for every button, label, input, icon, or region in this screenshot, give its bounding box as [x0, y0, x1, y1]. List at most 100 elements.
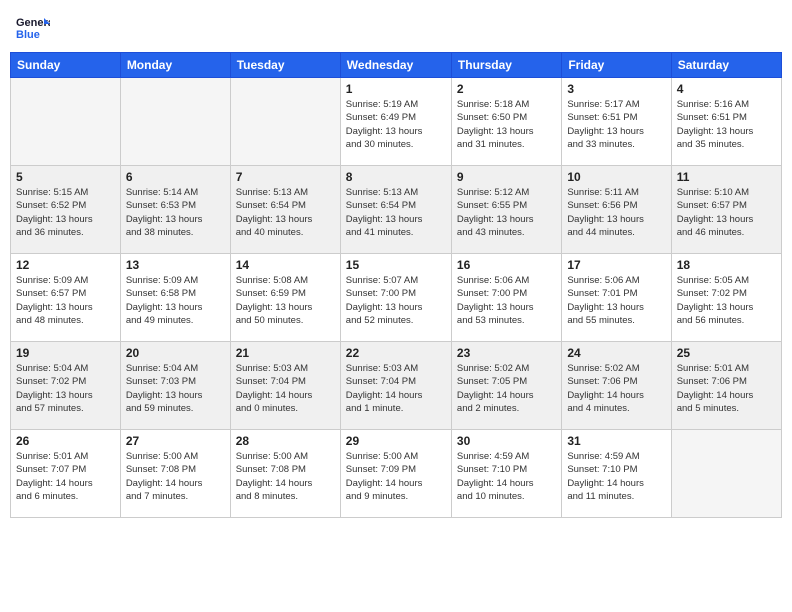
day-number: 23 [457, 346, 556, 360]
header: General Blue [10, 10, 782, 46]
day-number: 10 [567, 170, 665, 184]
day-number: 13 [126, 258, 225, 272]
day-info: Sunrise: 5:09 AM Sunset: 6:58 PM Dayligh… [126, 274, 225, 327]
calendar-cell: 17 Sunrise: 5:06 AM Sunset: 7:01 PM Dayli… [562, 254, 671, 342]
day-info: Sunrise: 5:09 AM Sunset: 6:57 PM Dayligh… [16, 274, 115, 327]
calendar-cell: 16Sunrise: 5:06 AM Sunset: 7:00 PM Dayli… [451, 254, 561, 342]
day-number: 18 [677, 258, 776, 272]
day-info: Sunrise: 5:15 AM Sunset: 6:52 PM Dayligh… [16, 186, 115, 239]
calendar-week-row: 5 Sunrise: 5:15 AM Sunset: 6:52 PM Daylig… [11, 166, 782, 254]
day-info: Sunrise: 5:08 AM Sunset: 6:59 PM Dayligh… [236, 274, 335, 327]
calendar-cell: 2 Sunrise: 5:18 AM Sunset: 6:50 PM Daylig… [451, 78, 561, 166]
calendar-cell: 13 Sunrise: 5:09 AM Sunset: 6:58 PM Dayli… [120, 254, 230, 342]
calendar-table: SundayMondayTuesdayWednesdayThursdayFrid… [10, 52, 782, 518]
day-info: Sunrise: 5:07 AM Sunset: 7:00 PM Dayligh… [346, 274, 446, 327]
calendar-week-row: 19 Sunrise: 5:04 AM Sunset: 7:02 PM Dayli… [11, 342, 782, 430]
logo: General Blue [14, 10, 54, 46]
calendar-week-row: 26 Sunrise: 5:01 AM Sunset: 7:07 PM Dayli… [11, 430, 782, 518]
calendar-cell: 31Sunrise: 4:59 AM Sunset: 7:10 PM Dayli… [562, 430, 671, 518]
col-header-thursday: Thursday [451, 53, 561, 78]
calendar-cell: 4 Sunrise: 5:16 AM Sunset: 6:51 PM Daylig… [671, 78, 781, 166]
calendar-cell: 25Sunrise: 5:01 AM Sunset: 7:06 PM Dayli… [671, 342, 781, 430]
day-number: 16 [457, 258, 556, 272]
day-number: 30 [457, 434, 556, 448]
day-info: Sunrise: 5:03 AM Sunset: 7:04 PM Dayligh… [236, 362, 335, 415]
calendar-cell: 30 Sunrise: 4:59 AM Sunset: 7:10 PM Dayli… [451, 430, 561, 518]
day-info: Sunrise: 5:14 AM Sunset: 6:53 PM Dayligh… [126, 186, 225, 239]
calendar-cell [671, 430, 781, 518]
day-info: Sunrise: 5:19 AM Sunset: 6:49 PM Dayligh… [346, 98, 446, 151]
day-number: 28 [236, 434, 335, 448]
day-info: Sunrise: 5:01 AM Sunset: 7:07 PM Dayligh… [16, 450, 115, 503]
calendar-header-row: SundayMondayTuesdayWednesdayThursdayFrid… [11, 53, 782, 78]
day-number: 9 [457, 170, 556, 184]
day-number: 15 [346, 258, 446, 272]
calendar-cell: 14 Sunrise: 5:08 AM Sunset: 6:59 PM Dayli… [230, 254, 340, 342]
calendar-cell: 1 Sunrise: 5:19 AM Sunset: 6:49 PM Daylig… [340, 78, 451, 166]
calendar-cell: 24Sunrise: 5:02 AM Sunset: 7:06 PM Dayli… [562, 342, 671, 430]
calendar-cell: 28Sunrise: 5:00 AM Sunset: 7:08 PM Dayli… [230, 430, 340, 518]
calendar-cell [230, 78, 340, 166]
calendar-cell: 20Sunrise: 5:04 AM Sunset: 7:03 PM Dayli… [120, 342, 230, 430]
day-number: 21 [236, 346, 335, 360]
day-number: 24 [567, 346, 665, 360]
logo-icon: General Blue [14, 10, 50, 46]
day-number: 19 [16, 346, 115, 360]
day-info: Sunrise: 5:13 AM Sunset: 6:54 PM Dayligh… [236, 186, 335, 239]
calendar-cell: 23 Sunrise: 5:02 AM Sunset: 7:05 PM Dayli… [451, 342, 561, 430]
calendar-cell: 10 Sunrise: 5:11 AM Sunset: 6:56 PM Dayli… [562, 166, 671, 254]
calendar-cell: 22 Sunrise: 5:03 AM Sunset: 7:04 PM Dayli… [340, 342, 451, 430]
calendar-cell: 19 Sunrise: 5:04 AM Sunset: 7:02 PM Dayli… [11, 342, 121, 430]
calendar-cell: 9Sunrise: 5:12 AM Sunset: 6:55 PM Daylig… [451, 166, 561, 254]
day-info: Sunrise: 5:04 AM Sunset: 7:02 PM Dayligh… [16, 362, 115, 415]
day-number: 12 [16, 258, 115, 272]
day-info: Sunrise: 5:06 AM Sunset: 7:01 PM Dayligh… [567, 274, 665, 327]
calendar-cell [120, 78, 230, 166]
day-number: 7 [236, 170, 335, 184]
day-info: Sunrise: 5:17 AM Sunset: 6:51 PM Dayligh… [567, 98, 665, 151]
day-number: 5 [16, 170, 115, 184]
day-info: Sunrise: 5:05 AM Sunset: 7:02 PM Dayligh… [677, 274, 776, 327]
calendar-cell: 26 Sunrise: 5:01 AM Sunset: 7:07 PM Dayli… [11, 430, 121, 518]
day-number: 4 [677, 82, 776, 96]
svg-text:Blue: Blue [16, 29, 40, 41]
day-info: Sunrise: 5:00 AM Sunset: 7:08 PM Dayligh… [126, 450, 225, 503]
day-number: 1 [346, 82, 446, 96]
day-number: 17 [567, 258, 665, 272]
calendar-cell: 29Sunrise: 5:00 AM Sunset: 7:09 PM Dayli… [340, 430, 451, 518]
col-header-tuesday: Tuesday [230, 53, 340, 78]
col-header-wednesday: Wednesday [340, 53, 451, 78]
calendar-cell [11, 78, 121, 166]
day-info: Sunrise: 5:02 AM Sunset: 7:05 PM Dayligh… [457, 362, 556, 415]
day-info: Sunrise: 5:01 AM Sunset: 7:06 PM Dayligh… [677, 362, 776, 415]
day-number: 14 [236, 258, 335, 272]
day-info: Sunrise: 5:11 AM Sunset: 6:56 PM Dayligh… [567, 186, 665, 239]
day-info: Sunrise: 5:18 AM Sunset: 6:50 PM Dayligh… [457, 98, 556, 151]
day-info: Sunrise: 5:16 AM Sunset: 6:51 PM Dayligh… [677, 98, 776, 151]
calendar-cell: 12 Sunrise: 5:09 AM Sunset: 6:57 PM Dayli… [11, 254, 121, 342]
calendar-cell: 7 Sunrise: 5:13 AM Sunset: 6:54 PM Daylig… [230, 166, 340, 254]
calendar-cell: 8Sunrise: 5:13 AM Sunset: 6:54 PM Daylig… [340, 166, 451, 254]
calendar-cell: 15 Sunrise: 5:07 AM Sunset: 7:00 PM Dayli… [340, 254, 451, 342]
day-number: 6 [126, 170, 225, 184]
day-info: Sunrise: 5:10 AM Sunset: 6:57 PM Dayligh… [677, 186, 776, 239]
calendar-cell: 18 Sunrise: 5:05 AM Sunset: 7:02 PM Dayli… [671, 254, 781, 342]
day-info: Sunrise: 4:59 AM Sunset: 7:10 PM Dayligh… [457, 450, 556, 503]
calendar-cell: 6 Sunrise: 5:14 AM Sunset: 6:53 PM Daylig… [120, 166, 230, 254]
calendar-cell: 21 Sunrise: 5:03 AM Sunset: 7:04 PM Dayli… [230, 342, 340, 430]
col-header-sunday: Sunday [11, 53, 121, 78]
day-number: 26 [16, 434, 115, 448]
day-number: 22 [346, 346, 446, 360]
calendar-cell: 3 Sunrise: 5:17 AM Sunset: 6:51 PM Daylig… [562, 78, 671, 166]
calendar-week-row: 12 Sunrise: 5:09 AM Sunset: 6:57 PM Dayli… [11, 254, 782, 342]
col-header-friday: Friday [562, 53, 671, 78]
day-number: 11 [677, 170, 776, 184]
col-header-saturday: Saturday [671, 53, 781, 78]
day-number: 27 [126, 434, 225, 448]
calendar-week-row: 1 Sunrise: 5:19 AM Sunset: 6:49 PM Daylig… [11, 78, 782, 166]
day-number: 3 [567, 82, 665, 96]
day-info: Sunrise: 5:00 AM Sunset: 7:09 PM Dayligh… [346, 450, 446, 503]
day-info: Sunrise: 5:03 AM Sunset: 7:04 PM Dayligh… [346, 362, 446, 415]
calendar-cell: 27 Sunrise: 5:00 AM Sunset: 7:08 PM Dayli… [120, 430, 230, 518]
day-number: 2 [457, 82, 556, 96]
